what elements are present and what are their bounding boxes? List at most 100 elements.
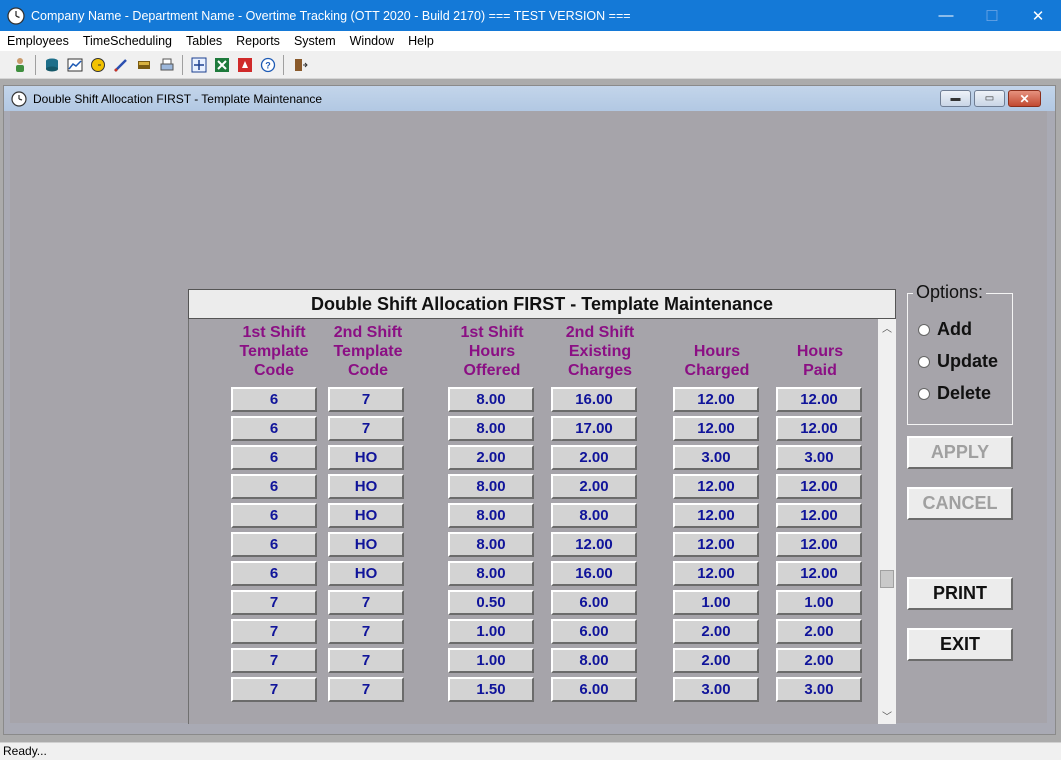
grid-cell[interactable]: HO xyxy=(328,474,404,499)
grid-cell[interactable]: 3.00 xyxy=(673,445,759,470)
grid-cell[interactable]: HO xyxy=(328,532,404,557)
grid-cell[interactable]: 2.00 xyxy=(551,474,637,499)
grid-cell[interactable]: 7 xyxy=(328,648,404,673)
grid-cell[interactable]: 8.00 xyxy=(551,648,637,673)
grid-cell[interactable]: 12.00 xyxy=(776,503,862,528)
grid-cell[interactable]: 12.00 xyxy=(776,416,862,441)
grid-cell[interactable]: 1.00 xyxy=(448,619,534,644)
hand-icon[interactable] xyxy=(234,54,255,75)
grid-cell[interactable]: 2.00 xyxy=(448,445,534,470)
grid-cell[interactable]: 12.00 xyxy=(776,532,862,557)
cancel-button[interactable]: CANCEL xyxy=(907,487,1013,520)
grid-cell[interactable]: 2.00 xyxy=(673,648,759,673)
option-add[interactable]: Add xyxy=(918,319,972,340)
grid-cell[interactable]: 12.00 xyxy=(673,474,759,499)
exit-button[interactable]: EXIT xyxy=(907,628,1013,661)
grid-cell[interactable]: 2.00 xyxy=(673,619,759,644)
grid-cell[interactable]: 2.00 xyxy=(776,648,862,673)
chart-icon[interactable] xyxy=(64,54,85,75)
exit-door-icon[interactable] xyxy=(289,54,310,75)
pen-icon[interactable] xyxy=(110,54,131,75)
grid-cell[interactable]: 1.00 xyxy=(673,590,759,615)
grid-cell[interactable]: 8.00 xyxy=(448,561,534,586)
grid-cell[interactable]: 3.00 xyxy=(673,677,759,702)
child-restore-button[interactable]: ▭ xyxy=(974,90,1005,107)
menu-tables[interactable]: Tables xyxy=(179,31,229,51)
grid-cell[interactable]: 12.00 xyxy=(673,387,759,412)
grid-cell[interactable]: 1.00 xyxy=(776,590,862,615)
grid-cell[interactable]: 7 xyxy=(231,648,317,673)
scroll-down-arrow-icon[interactable]: ﹀ xyxy=(878,707,896,723)
child-title-bar[interactable]: Double Shift Allocation FIRST - Template… xyxy=(4,86,1055,111)
employee-icon[interactable] xyxy=(9,54,30,75)
grid-cell[interactable]: 12.00 xyxy=(776,474,862,499)
grid-cell[interactable]: HO xyxy=(328,445,404,470)
grid-cell[interactable]: 8.00 xyxy=(448,532,534,557)
menu-window[interactable]: Window xyxy=(343,31,401,51)
grid-cell[interactable]: HO xyxy=(328,503,404,528)
grid-cell[interactable]: 6 xyxy=(231,416,317,441)
grid-cell[interactable]: 12.00 xyxy=(673,503,759,528)
child-close-button[interactable]: ✕ xyxy=(1008,90,1041,107)
help-icon[interactable]: ? xyxy=(257,54,278,75)
grid-cell[interactable]: 12.00 xyxy=(776,387,862,412)
grid-cell[interactable]: 3.00 xyxy=(776,445,862,470)
grid-cell[interactable]: 6.00 xyxy=(551,677,637,702)
grid-cell[interactable]: 0.50 xyxy=(448,590,534,615)
menu-help[interactable]: Help xyxy=(401,31,441,51)
option-delete[interactable]: Delete xyxy=(918,383,991,404)
grid-cell[interactable]: 16.00 xyxy=(551,561,637,586)
grid-cell[interactable]: 7 xyxy=(328,590,404,615)
grid-cell[interactable]: 16.00 xyxy=(551,387,637,412)
clock-icon[interactable] xyxy=(87,54,108,75)
minimize-button[interactable]: — xyxy=(923,0,969,31)
maximize-button[interactable]: ☐ xyxy=(969,0,1015,31)
printer-icon[interactable] xyxy=(156,54,177,75)
grid-cell[interactable]: 3.00 xyxy=(776,677,862,702)
print-button[interactable]: PRINT xyxy=(907,577,1013,610)
close-button[interactable]: ✕ xyxy=(1015,0,1061,31)
menu-employees[interactable]: Employees xyxy=(0,31,76,51)
grid-cell[interactable]: 8.00 xyxy=(448,474,534,499)
grid-cell[interactable]: 17.00 xyxy=(551,416,637,441)
grid-cell[interactable]: 12.00 xyxy=(776,561,862,586)
grid-cell[interactable]: 7 xyxy=(328,416,404,441)
grid-cell[interactable]: 12.00 xyxy=(673,561,759,586)
grid-cell[interactable]: 12.00 xyxy=(673,416,759,441)
menu-system[interactable]: System xyxy=(287,31,343,51)
grid-cell[interactable]: 7 xyxy=(328,619,404,644)
grid-cell[interactable]: 6 xyxy=(231,532,317,557)
grid-cell[interactable]: 6 xyxy=(231,474,317,499)
grid-cell[interactable]: 6 xyxy=(231,445,317,470)
grid-cell[interactable]: HO xyxy=(328,561,404,586)
grid-cell[interactable]: 2.00 xyxy=(551,445,637,470)
grid-cell[interactable]: 6 xyxy=(231,503,317,528)
network-icon[interactable] xyxy=(188,54,209,75)
grid-cell[interactable]: 6.00 xyxy=(551,619,637,644)
add-radio[interactable] xyxy=(918,323,930,336)
grid-cell[interactable]: 1.00 xyxy=(448,648,534,673)
grid-vertical-scrollbar[interactable]: ︿ ﹀ xyxy=(878,319,896,724)
menu-reports[interactable]: Reports xyxy=(229,31,287,51)
grid-cell[interactable]: 8.00 xyxy=(448,503,534,528)
grid-cell[interactable]: 7 xyxy=(328,677,404,702)
grid-cell[interactable]: 1.50 xyxy=(448,677,534,702)
grid-cell[interactable]: 12.00 xyxy=(551,532,637,557)
delete-radio[interactable] xyxy=(918,387,930,400)
grid-cell[interactable]: 7 xyxy=(231,677,317,702)
grid-cell[interactable]: 8.00 xyxy=(551,503,637,528)
book-icon[interactable] xyxy=(133,54,154,75)
grid-cell[interactable]: 12.00 xyxy=(673,532,759,557)
grid-cell[interactable]: 6.00 xyxy=(551,590,637,615)
grid-cell[interactable]: 2.00 xyxy=(776,619,862,644)
grid-cell[interactable]: 8.00 xyxy=(448,387,534,412)
menu-timescheduling[interactable]: TimeScheduling xyxy=(76,31,179,51)
grid-cell[interactable]: 7 xyxy=(231,590,317,615)
update-radio[interactable] xyxy=(918,355,930,368)
grid-cell[interactable]: 7 xyxy=(328,387,404,412)
apply-button[interactable]: APPLY xyxy=(907,436,1013,469)
option-update[interactable]: Update xyxy=(918,351,998,372)
grid-cell[interactable]: 7 xyxy=(231,619,317,644)
scrollbar-thumb[interactable] xyxy=(880,570,894,588)
grid-cell[interactable]: 8.00 xyxy=(448,416,534,441)
